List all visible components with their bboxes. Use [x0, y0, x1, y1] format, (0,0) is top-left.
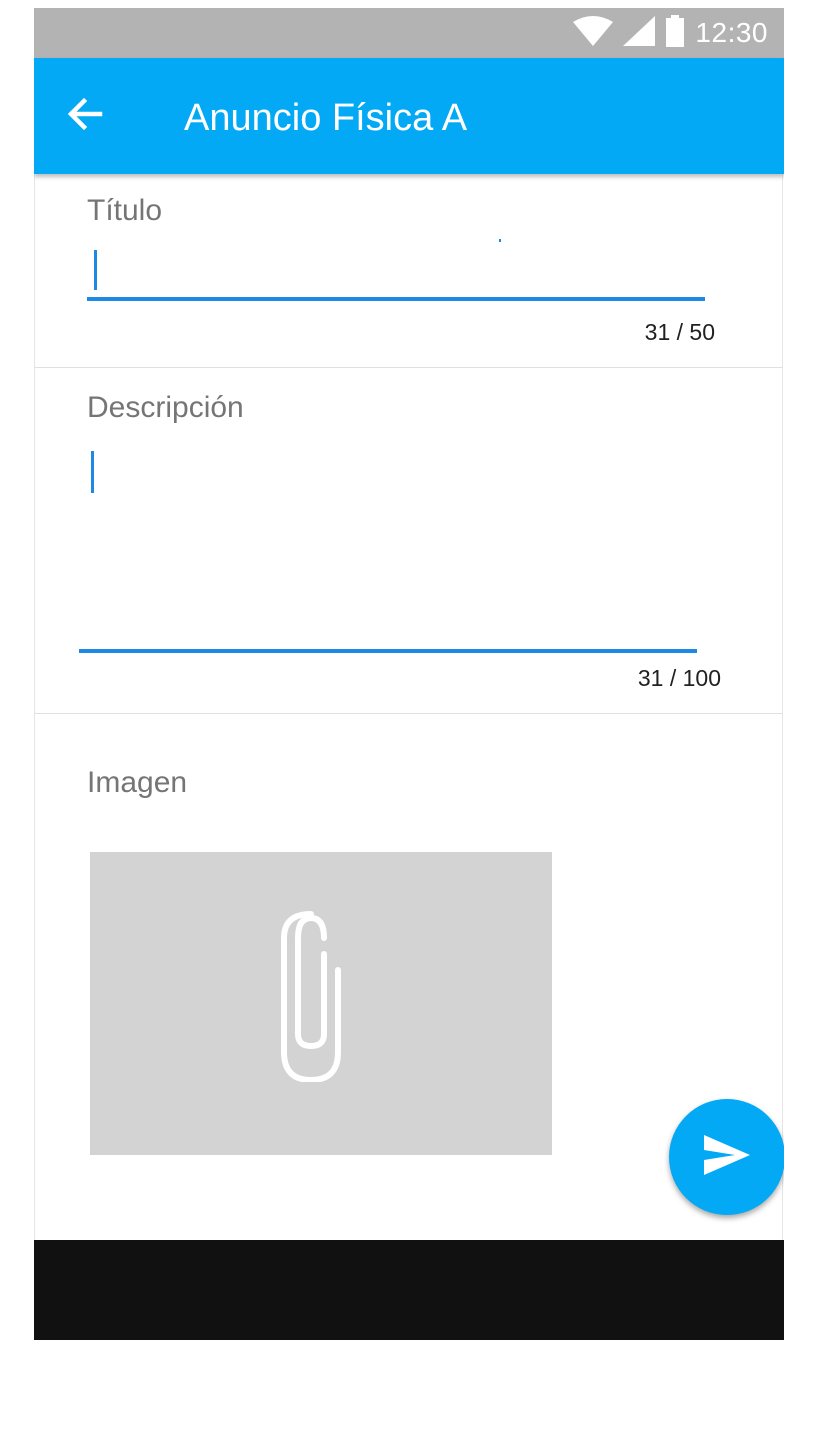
title-counter: 31 / 50	[644, 319, 715, 345]
description-cursor	[91, 451, 94, 493]
battery-icon	[665, 14, 685, 52]
page-title: Anuncio Física A	[184, 97, 468, 139]
back-button[interactable]	[60, 92, 108, 140]
image-label: Imagen	[87, 766, 188, 799]
status-bar: 12:30	[34, 8, 784, 58]
title-underline	[87, 297, 705, 301]
description-label: Descripción	[87, 391, 244, 424]
signal-icon	[623, 15, 656, 51]
paperclip-icon	[274, 910, 346, 1087]
device-screen: 12:30 Anuncio Física A Título 31 / 50 De…	[34, 8, 784, 1340]
app-bar: Anuncio Física A	[34, 58, 784, 174]
title-input[interactable]	[95, 246, 695, 294]
description-input[interactable]	[93, 447, 693, 627]
title-section: Título 31 / 50	[35, 174, 783, 368]
description-section: Descripción 31 / 100	[35, 367, 783, 714]
status-icons: 12:30	[573, 14, 768, 52]
title-label: Título	[87, 194, 163, 227]
status-time: 12:30	[695, 17, 768, 48]
wifi-icon	[573, 15, 614, 51]
navigation-bar	[34, 1240, 784, 1340]
arrow-back-icon	[64, 94, 104, 139]
title-cursor	[94, 250, 97, 290]
image-picker[interactable]	[90, 852, 552, 1155]
send-button[interactable]	[669, 1099, 784, 1215]
send-icon	[702, 1133, 752, 1182]
description-underline	[79, 649, 697, 653]
description-counter: 31 / 100	[637, 665, 721, 691]
title-ripple-dot	[499, 239, 501, 242]
